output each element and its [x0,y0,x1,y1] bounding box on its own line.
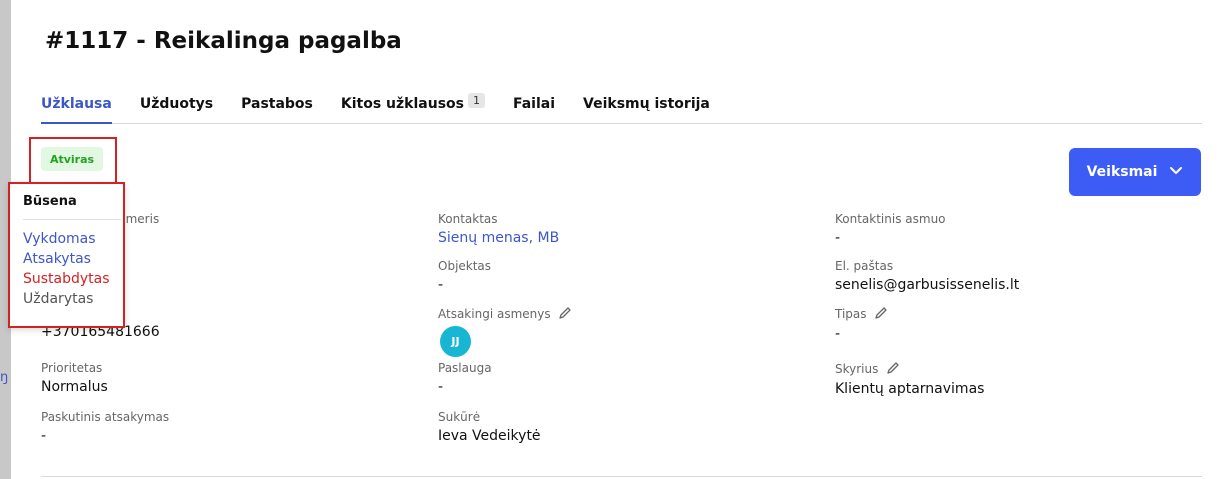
object-value: - [438,277,444,293]
created-by-value: Ieva Vedeikytė [438,428,541,444]
avatar[interactable]: JJ [440,326,471,357]
status-option-vykdomas[interactable]: Vykdomas [23,231,96,247]
tab-pastabos[interactable]: Pastabos [241,91,313,124]
section-divider [41,476,1202,477]
status-option-uzdarytas[interactable]: Uždarytas [23,291,93,307]
tab-veiksmu-istorija[interactable]: Veiksmų istorija [583,91,710,124]
pencil-icon[interactable] [886,361,900,378]
department-label-text: Skyrius [835,362,879,376]
priority-value: Normalus [41,379,108,395]
created-by-label: Sukūrė [438,410,481,424]
actions-button-label: Veiksmai [1086,164,1158,180]
object-label: Objektas [438,259,492,273]
chevron-down-icon [1169,164,1183,180]
type-label-text: Tipas [835,307,867,321]
contact-label: Kontaktas [438,212,498,226]
actions-button[interactable]: Veiksmai [1069,148,1201,196]
tab-kitos-uzklausos[interactable]: Kitos užklausos 1 [341,91,485,124]
page-title: #1117 - Reikalinga pagalba [45,28,402,54]
last-reply-value: - [41,428,47,444]
tab-label: Užduotys [139,96,214,112]
status-badge[interactable]: Atviras [41,147,103,171]
department-value: Klientų aptarnavimas [835,381,985,397]
pencil-icon[interactable] [558,306,572,323]
type-label: Tipas [835,306,888,323]
tab-count-badge: 1 [467,93,485,108]
contact-person-label: Kontaktinis asmuo [835,212,946,226]
department-label: Skyrius [835,361,900,378]
status-dropdown-separator [23,219,121,220]
email-label: El. paštas [835,259,894,273]
tab-label: Pastabos [241,96,313,112]
responsible-label: Atsakingi asmenys [438,306,572,323]
tab-label: Failai [512,96,556,112]
service-label: Paslauga [438,361,492,375]
email-value: senelis@garbusissenelis.lt [835,277,1020,293]
status-dropdown: Būsena Vykdomas Atsakytas Sustabdytas Už… [8,182,125,328]
type-value: - [835,326,841,342]
contact-link[interactable]: Sienų menas, MB [438,230,559,246]
tab-failai[interactable]: Failai [513,91,555,124]
contact-person-value: - [835,230,841,246]
tab-bar: Užklausa Užduotys Pastabos Kitos užklaus… [41,91,1202,124]
sidebar-stub-text: ŋ [0,370,9,385]
tab-label: Veiksmų istorija [583,96,710,112]
tab-label: Kitos užklausos [340,96,464,112]
tab-uzklausa[interactable]: Užklausa [41,91,112,124]
tab-uzduotys[interactable]: Užduotys [140,91,213,124]
responsible-label-text: Atsakingi asmenys [438,307,551,321]
status-option-atsakytas[interactable]: Atsakytas [23,251,91,267]
priority-label: Prioritetas [41,361,103,375]
service-value: - [438,379,444,395]
tab-label: Užklausa [41,96,112,112]
pencil-icon[interactable] [874,306,888,323]
last-reply-label: Paskutinis atsakymas [41,410,170,424]
status-option-sustabdytas[interactable]: Sustabdytas [23,271,110,287]
status-dropdown-title: Būsena [23,194,77,209]
